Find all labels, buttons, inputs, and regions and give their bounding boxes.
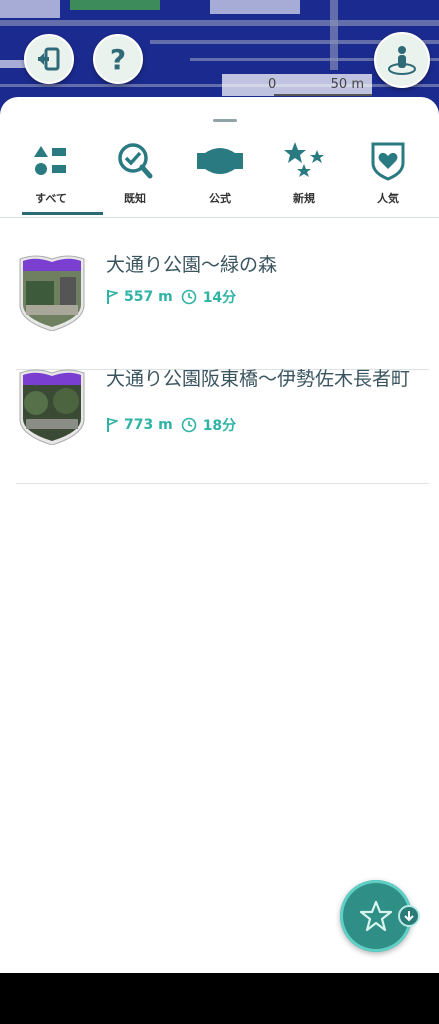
map-scale: 0 50 m [222,74,372,96]
filter-tabs: すべて 既知 公式 新規 人気 [0,137,439,217]
route-distance: 557 m [124,289,173,305]
tab-all[interactable]: すべて [8,137,94,213]
selected-tab-indicator [22,212,103,215]
routes-panel: すべて 既知 公式 新規 人気 大通り公園〜緑の森 557 m 14分 大通り公… [0,97,439,973]
search-check-icon [118,143,153,179]
flag-icon [107,290,118,304]
route-thumbnail [19,369,85,445]
help-icon: ? [109,42,127,76]
route-distance: 773 m [124,417,173,433]
shapes-icon [34,146,66,175]
panel-drag-handle[interactable] [213,119,237,122]
tab-popular[interactable]: 人気 [345,137,431,213]
exit-button[interactable] [24,34,74,84]
system-nav-bar [0,973,439,1024]
tab-new-label: 新規 [293,192,315,205]
route-stats: 773 m 18分 [106,415,236,435]
clock-icon [181,417,196,433]
tab-new[interactable]: 新規 [261,137,347,213]
tab-official[interactable]: 公式 [177,137,263,213]
route-thumbnail [19,255,85,331]
tab-popular-label: 人気 [377,192,399,205]
route-list-item[interactable]: 大通り公園阪東橋〜伊勢佐木長者町 773 m 18分 [16,367,429,484]
heart-shield-icon [371,142,405,181]
route-title: 大通り公園阪東橋〜伊勢佐木長者町 [106,368,411,390]
tab-official-label: 公式 [209,192,231,205]
tab-known[interactable]: 既知 [92,137,178,213]
route-list-item[interactable]: 大通り公園〜緑の森 557 m 14分 [16,253,429,370]
scale-end-label: 50 m [330,77,364,92]
download-badge [398,905,420,927]
scale-start-label: 0 [268,77,277,92]
tab-known-label: 既知 [124,192,146,205]
tabs-divider [0,217,439,218]
location-mode-button[interactable] [374,32,430,88]
route-stats: 557 m 14分 [106,287,236,307]
scale-bar [274,94,372,96]
person-location-icon [388,46,416,75]
flag-icon [107,418,118,432]
stars-icon [284,142,324,177]
help-button[interactable]: ? [93,34,143,84]
official-badge-icon [197,148,243,174]
exit-icon [38,47,60,71]
route-title: 大通り公園〜緑の森 [106,254,278,276]
route-duration: 14分 [202,290,237,306]
download-arrow-icon [404,911,414,922]
route-duration: 18分 [202,418,237,434]
clock-icon [181,289,196,305]
tab-all-label: すべて [35,192,67,205]
